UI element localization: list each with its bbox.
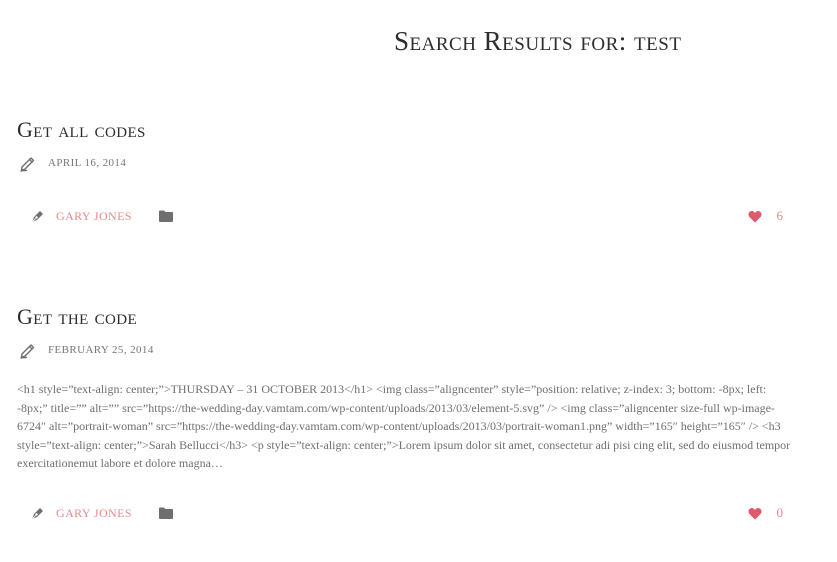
post-title-link[interactable]: Get all codes <box>17 117 146 143</box>
post-excerpt: <h1 style=”text-align: center;”>THURSDAY… <box>17 382 791 470</box>
folder-icon[interactable] <box>158 208 174 224</box>
author-link[interactable]: Gary Jones <box>56 209 132 224</box>
pencil-icon <box>18 153 38 173</box>
like-count: 6 <box>776 208 784 223</box>
post-title-link[interactable]: Get the code <box>17 304 137 330</box>
post-date: February 25, 2014 <box>48 344 154 356</box>
post-author: Gary Jones <box>30 206 132 226</box>
post-date-row: February 25, 2014 <box>18 340 154 360</box>
post-date-row: April 16, 2014 <box>18 153 126 173</box>
heart-icon <box>747 208 763 224</box>
like-button[interactable]: 6 <box>747 206 784 226</box>
pen-nib-icon <box>30 208 46 224</box>
post-date: April 16, 2014 <box>48 157 127 169</box>
post-meta-row: Gary Jones 0 <box>0 503 837 523</box>
folder-icon[interactable] <box>158 505 174 521</box>
like-button[interactable]: 0 <box>747 503 784 523</box>
search-results-page: Search Results for: test Get all codes A… <box>0 0 837 562</box>
post-author: Gary Jones <box>30 503 132 523</box>
post-meta-row: Gary Jones 6 <box>0 206 837 226</box>
heart-icon <box>747 505 763 521</box>
pencil-icon <box>18 340 38 360</box>
author-link[interactable]: Gary Jones <box>56 506 132 521</box>
page-title: Search Results for: test <box>394 26 682 56</box>
pen-nib-icon <box>30 505 46 521</box>
like-count: 0 <box>776 505 784 520</box>
